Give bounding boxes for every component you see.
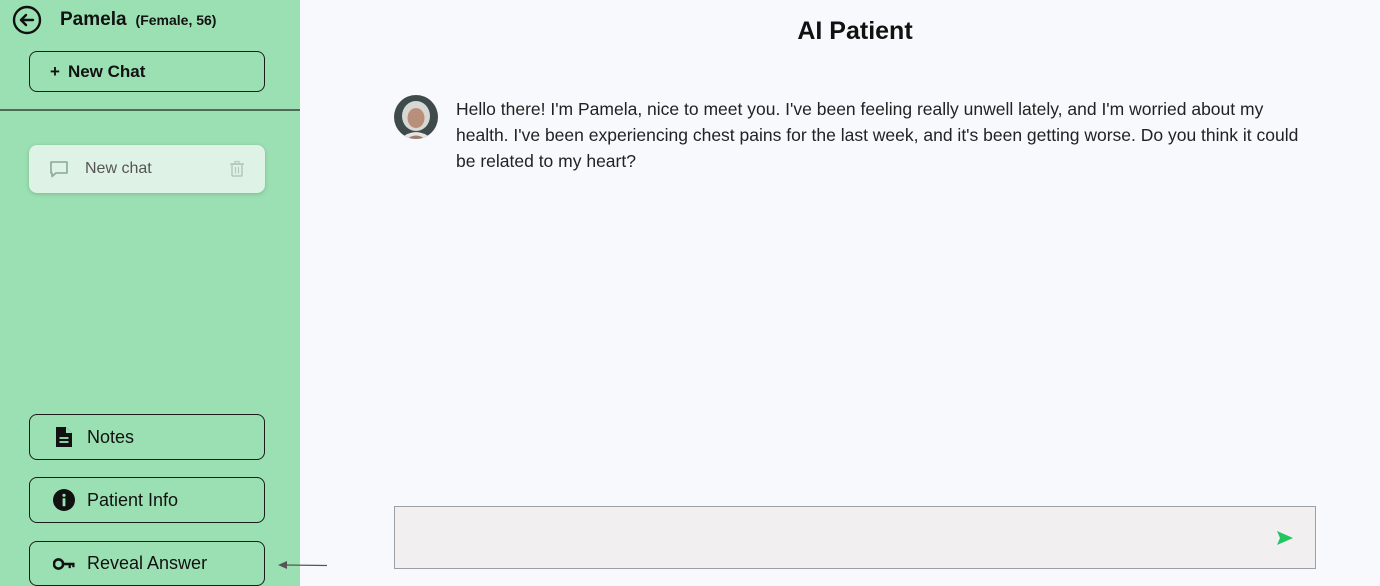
chat-input-box[interactable] [394,506,1316,569]
back-arrow-icon[interactable] [12,5,42,35]
plus-icon: + [50,61,60,81]
arrow-pointer-icon [278,558,328,576]
patient-avatar [394,95,438,139]
send-icon [1277,531,1293,545]
patient-meta: (Female, 56) [135,12,217,28]
document-icon [53,426,75,448]
patient-info-label: Patient Info [87,489,179,510]
reveal-answer-button[interactable]: Reveal Answer [29,541,265,586]
new-chat-button[interactable]: + New Chat [29,51,265,92]
patient-name: Pamela [60,9,127,30]
notes-button[interactable]: Notes [29,414,265,460]
chat-list-item[interactable]: New chat [29,145,265,193]
sidebar-header: Pamela (Female, 56) [12,5,217,35]
patient-message: Hello there! I'm Pamela, nice to meet yo… [456,99,1299,171]
chat-item-label: New chat [85,160,152,177]
key-icon [53,553,75,575]
info-circle-icon [53,489,75,511]
page-title: AI Patient [797,17,913,45]
send-button[interactable] [1270,523,1300,553]
sidebar-divider [0,109,300,111]
new-chat-label: New Chat [67,61,146,81]
sidebar: Pamela (Female, 56) + New Chat New chat [0,0,300,586]
trash-icon[interactable] [229,160,245,178]
notes-label: Notes [87,426,135,447]
chat-bubble-icon [49,160,69,178]
patient-info-button[interactable]: Patient Info [29,477,265,523]
reveal-answer-label: Reveal Answer [87,553,208,573]
chat-input[interactable] [395,507,1255,568]
